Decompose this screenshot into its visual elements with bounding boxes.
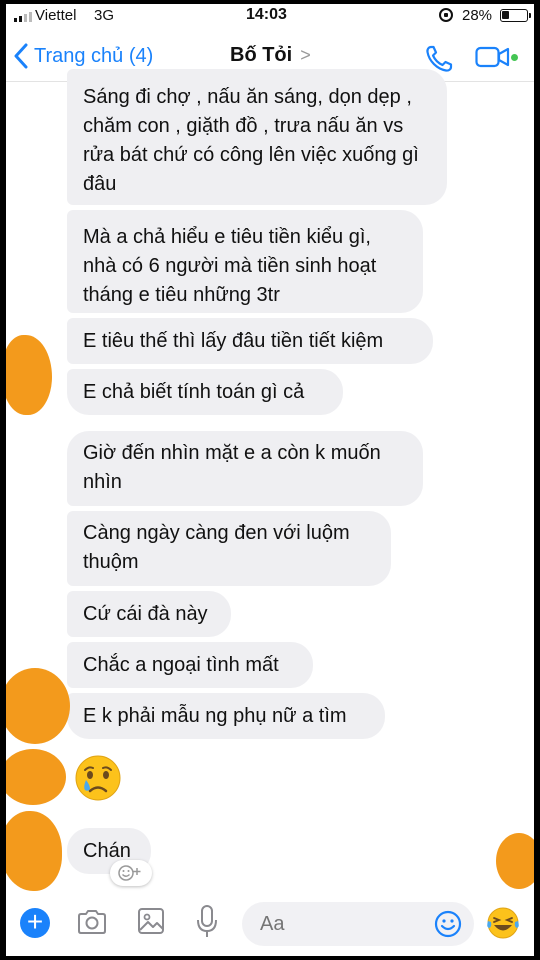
laughing-emoji-icon[interactable] [486, 906, 520, 940]
add-reaction-icon [118, 865, 141, 881]
microphone-icon[interactable] [196, 904, 218, 940]
message-bubble[interactable]: Mà a chả hiểu e tiêu tiền kiểu gì, nhà c… [67, 210, 423, 313]
message-bubble[interactable]: Chắc a ngoại tình mất [67, 642, 313, 688]
message-bubble[interactable]: E tiêu thế thì lấy đâu tiền tiết kiệm [67, 318, 433, 364]
message-input[interactable] [260, 913, 420, 936]
message-input-box[interactable] [242, 902, 474, 946]
battery-percent: 28% [462, 7, 493, 24]
add-reaction-button[interactable] [110, 860, 152, 886]
status-time: 14:03 [246, 6, 287, 23]
redacted-avatar [6, 335, 52, 415]
camera-icon[interactable] [76, 908, 108, 936]
message-bubble[interactable]: E chả biết tính toán gì cả [67, 369, 343, 415]
message-bubble[interactable]: Càng ngày càng đen với luộm thuộm [67, 511, 391, 586]
contact-name: Bố Tỏi [230, 44, 293, 66]
status-bar: Viettel 3G 14:03 28% [6, 4, 534, 28]
redacted-read-receipt [496, 833, 534, 889]
back-label: Trang chủ (4) [34, 44, 154, 67]
redacted-avatar [6, 811, 62, 891]
message-bubble[interactable]: E k phải mẫu ng phụ nữ a tìm [67, 693, 385, 739]
message-composer: + [6, 894, 534, 956]
chevron-right-icon: > [300, 45, 311, 65]
message-thread[interactable]: Sáng đi chợ , nấu ăn sáng, dọn dẹp , chă… [6, 69, 534, 893]
rotation-lock-icon [439, 8, 453, 22]
image-icon[interactable] [136, 906, 166, 936]
smile-icon[interactable] [434, 910, 462, 938]
message-bubble[interactable]: Sáng đi chợ , nấu ăn sáng, dọn dẹp , chă… [67, 69, 447, 205]
redacted-avatar [6, 668, 70, 744]
plus-icon[interactable]: + [20, 908, 50, 938]
contact-title-button[interactable]: Bố Tỏi > [230, 44, 311, 67]
carrier-name: Viettel [35, 7, 77, 24]
signal-strength-icon [14, 12, 32, 22]
messenger-screen: Viettel 3G 14:03 28% Trang chủ (4) Bố Tỏ… [6, 4, 534, 956]
message-bubble[interactable]: Giờ đến nhìn mặt e a còn k muốn nhìn [67, 431, 423, 506]
online-status-dot [511, 54, 518, 61]
chevron-left-icon [14, 43, 28, 69]
video-camera-icon[interactable] [475, 46, 511, 68]
network-type: 3G [94, 7, 115, 24]
crying-face-emoji[interactable] [73, 753, 123, 803]
redacted-avatar [6, 749, 66, 805]
battery-icon [500, 9, 531, 22]
message-bubble[interactable]: Cứ cái đà này [67, 591, 231, 637]
